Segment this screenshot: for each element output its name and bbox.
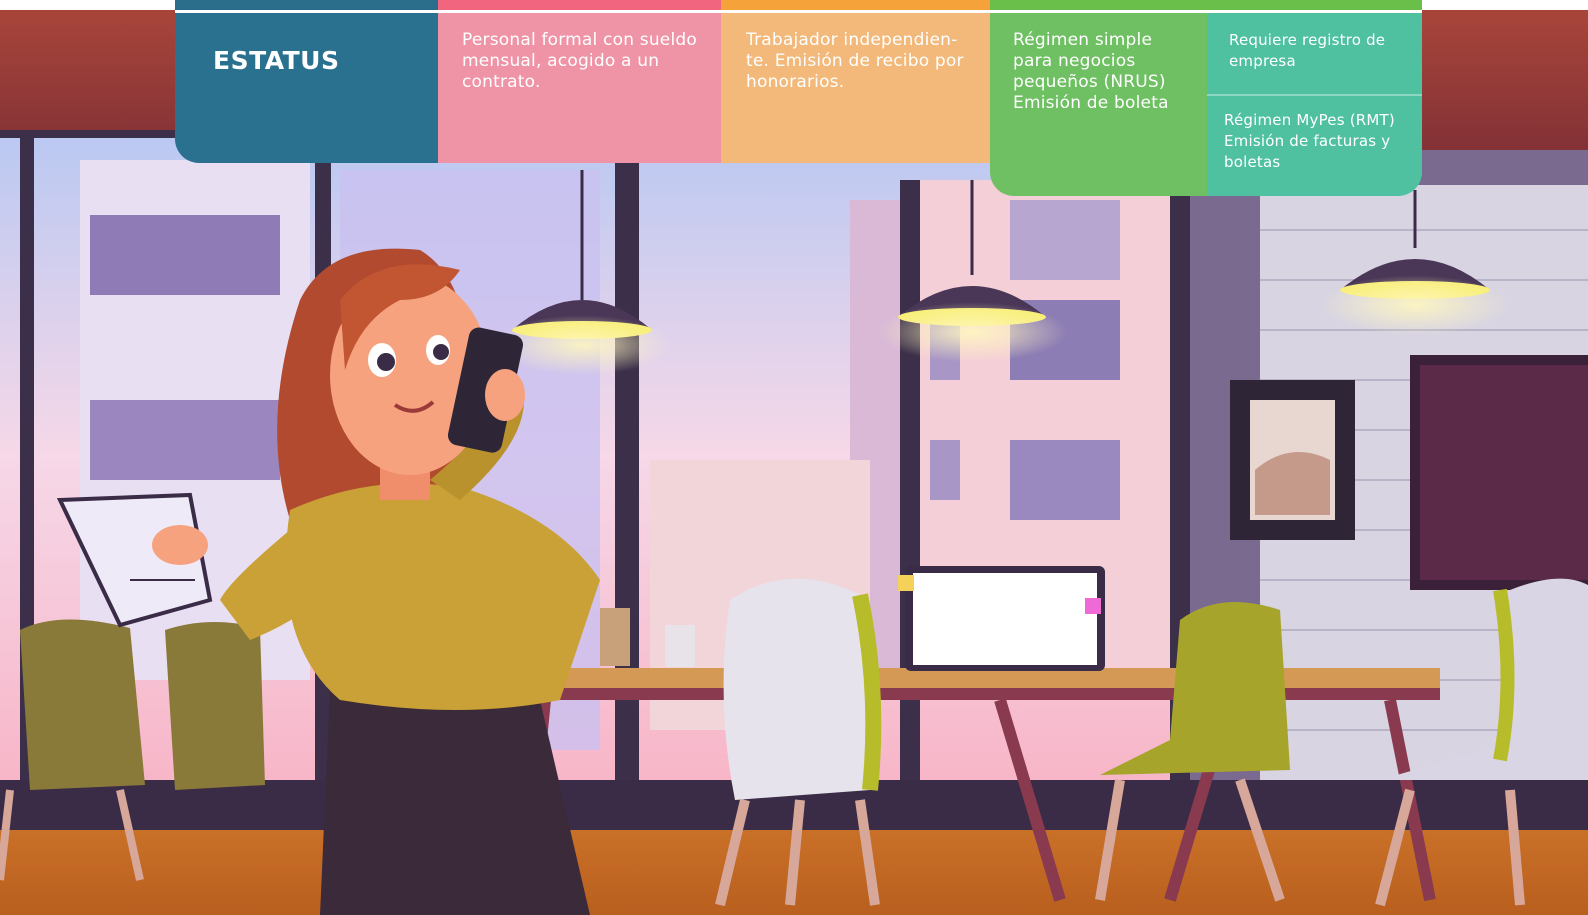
- rmt-panel: Régimen MyPes (RMT) Emisión de facturas …: [1207, 96, 1422, 196]
- independent-worker-text: Trabajador independien-te. Emisión de re…: [746, 30, 964, 92]
- nrus-text: Régimen simple para negocios pequeños (N…: [1013, 30, 1169, 113]
- top-strip-green: [990, 0, 1422, 13]
- status-title: ESTATUS: [213, 46, 340, 75]
- infographic-canvas: ESTATUS Personal formal con sueldo mensu…: [0, 0, 1588, 915]
- company-registration-text: Requiere registro de empresa: [1229, 31, 1386, 70]
- company-registration-panel: Requiere registro de empresa: [1207, 13, 1422, 96]
- independent-worker-panel: Trabajador independien-te. Emisión de re…: [721, 13, 990, 163]
- formal-employee-panel: Personal formal con sueldo mensual, acog…: [438, 13, 721, 163]
- rmt-text: Régimen MyPes (RMT) Emisión de facturas …: [1224, 111, 1395, 171]
- formal-employee-text: Personal formal con sueldo mensual, acog…: [462, 30, 697, 92]
- status-title-panel: ESTATUS: [175, 13, 438, 163]
- top-strip-blue: [175, 0, 438, 13]
- top-strip-pink: [438, 0, 721, 13]
- nrus-panel: Régimen simple para negocios pequeños (N…: [990, 13, 1207, 196]
- top-strip-orange: [721, 0, 990, 13]
